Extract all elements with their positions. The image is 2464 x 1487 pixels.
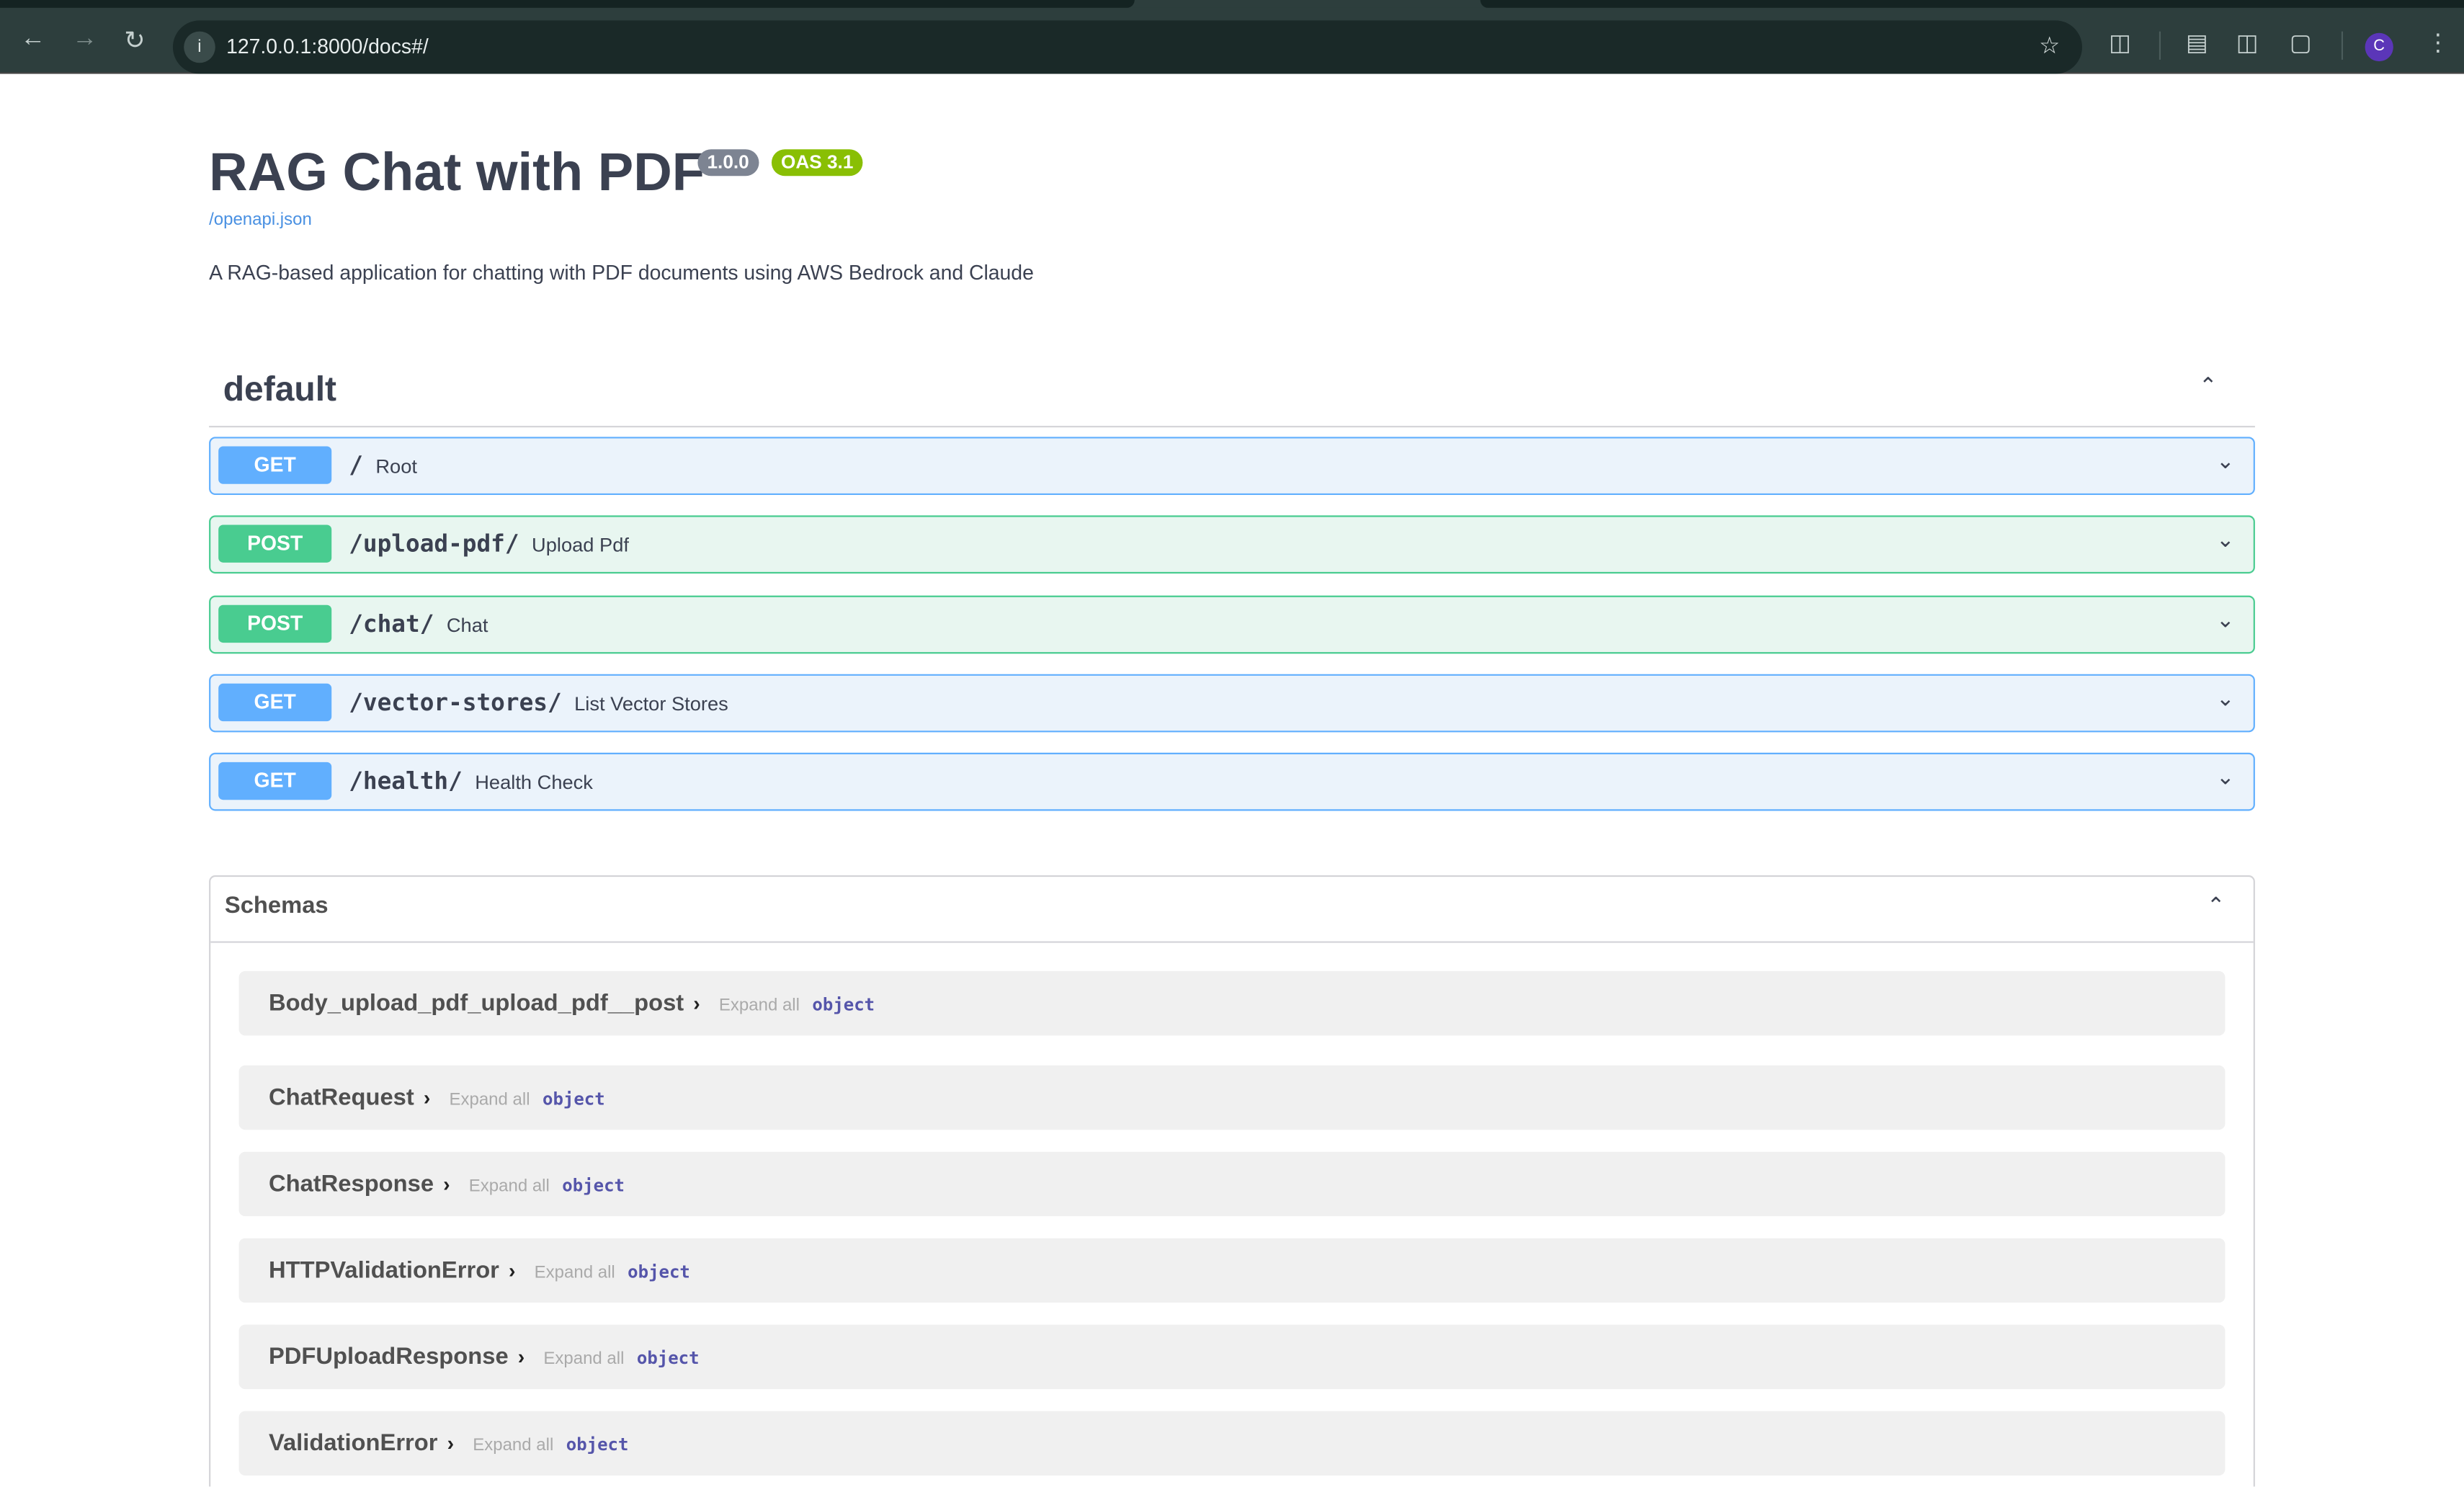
schema-type: object [542, 1089, 605, 1109]
operation-path: / Root [349, 451, 417, 479]
schema-model[interactable]: PDFUploadResponse › Expand all object [238, 1324, 2226, 1390]
schema-name[interactable]: ValidationError › Expand all object [269, 1430, 628, 1457]
schema-name-text: ValidationError [268, 1429, 438, 1457]
schema-model[interactable]: ValidationError › Expand all object [238, 1411, 2226, 1476]
schema-model[interactable]: ChatResponse › Expand all object [238, 1151, 2226, 1217]
schema-model[interactable]: Body_upload_pdf_upload_pdf__post › Expand … [238, 970, 2226, 1036]
operation-post[interactable]: POST /upload-pdf/Upload Pdf ⌄ [209, 516, 2255, 574]
method-badge: GET [218, 446, 332, 484]
reload-icon[interactable]: ↻ [124, 25, 145, 57]
path-text: /chat/ [349, 609, 434, 638]
schema-name[interactable]: PDFUploadResponse › Expand all object [269, 1344, 700, 1370]
version-badge: 1.0.0 [697, 149, 759, 177]
oas-badge: OAS 3.1 [771, 149, 863, 177]
schemas-section: Schemas ⌃ Body_upload_pdf_upload_pdf__po… [209, 875, 2255, 1487]
operation-summary: Health Check [475, 772, 593, 794]
operation-summary: Root [375, 455, 417, 478]
method-badge: GET [218, 683, 332, 721]
expand-all-button[interactable]: Expand all [543, 1350, 624, 1369]
tag-section-default[interactable]: default ⌃ [209, 350, 2255, 428]
operation-summary: List Vector Stores [574, 692, 728, 715]
schema-name-text: HTTPValidationError [268, 1256, 499, 1284]
operation-summary: Chat [446, 613, 488, 636]
method-badge: GET [218, 762, 332, 800]
schema-model[interactable]: HTTPValidationError › Expand all object [238, 1238, 2226, 1303]
extensions-icon[interactable]: ◫ [2109, 28, 2131, 56]
schema-name[interactable]: ChatRequest › Expand all object [269, 1084, 605, 1111]
chevron-up-icon[interactable]: ⌃ [2199, 372, 2218, 399]
operation-path: /vector-stores/List Vector Stores [349, 688, 728, 716]
path-text: /health/ [349, 767, 463, 796]
operation-get[interactable]: GET /vector-stores/List Vector Stores ⌄ [209, 674, 2255, 733]
profile-avatar[interactable]: C [2365, 32, 2393, 62]
tab[interactable] [0, 0, 1135, 8]
schemas-header[interactable]: Schemas ⌃ [210, 877, 2254, 943]
schema-type: object [812, 994, 875, 1016]
schema-name-text: PDFUploadResponse [268, 1343, 509, 1370]
schema-type: object [566, 1434, 629, 1455]
schema-name[interactable]: Body_upload_pdf_upload_pdf__post › Expand … [269, 990, 875, 1017]
schema-type: object [628, 1262, 690, 1282]
chevron-right-icon[interactable]: › [509, 1259, 515, 1282]
chevron-right-icon[interactable]: › [693, 991, 700, 1015]
address-bar[interactable]: i 127.0.0.1:8000/docs#/ ☆ [172, 20, 2082, 74]
schema-name-text: Body_upload_pdf_upload_pdf__post [268, 990, 684, 1017]
schema-type: object [636, 1348, 700, 1369]
chevron-down-icon[interactable]: ⌄ [2216, 764, 2235, 790]
browser-toolbar: ← → ↻ i 127.0.0.1:8000/docs#/ ☆ ◫ ▤ ◫ ▢ … [0, 7, 2464, 74]
operation-path: /health/Health Check [349, 767, 593, 795]
tag-title: default [223, 369, 337, 409]
method-badge: POST [218, 525, 332, 563]
path-text: /vector-stores/ [349, 688, 562, 717]
chevron-right-icon[interactable]: › [424, 1086, 430, 1109]
operation-post[interactable]: POST /chat/Chat ⌄ [209, 594, 2255, 653]
expand-all-button[interactable]: Expand all [469, 1177, 550, 1196]
url-text[interactable]: 127.0.0.1:8000/docs#/ [226, 35, 429, 58]
reader-mode-icon[interactable]: ◫ [2236, 28, 2259, 56]
swagger-ui: RAG Chat with PDF 1.0.0 OAS 3.1 /openapi… [0, 74, 2464, 1487]
expand-all-button[interactable]: Expand all [719, 996, 800, 1015]
forward-icon[interactable]: → [72, 25, 97, 53]
schema-name[interactable]: ChatResponse › Expand all object [269, 1171, 625, 1197]
chevron-right-icon[interactable]: › [518, 1345, 525, 1369]
divider [2341, 31, 2344, 60]
schema-name-text: ChatRequest [268, 1084, 414, 1112]
chevron-down-icon[interactable]: ⌄ [2216, 527, 2235, 553]
openapi-json-link[interactable]: /openapi.json [209, 210, 312, 229]
operation-path: /chat/Chat [349, 609, 488, 637]
schemas-title: Schemas [224, 892, 329, 919]
chevron-right-icon[interactable]: › [447, 1432, 454, 1455]
method-badge: POST [218, 604, 332, 643]
schema-name-text: ChatResponse [268, 1170, 434, 1198]
reading-list-icon[interactable]: ▤ [2186, 28, 2208, 56]
operation-summary: Upload Pdf [532, 535, 629, 557]
divider [2159, 31, 2161, 60]
api-description: A RAG-based application for chatting wit… [209, 261, 1034, 285]
operation-path: /upload-pdf/Upload Pdf [349, 530, 629, 558]
schema-name[interactable]: HTTPValidationError › Expand all object [269, 1257, 690, 1284]
chevron-up-icon[interactable]: ⌃ [2207, 893, 2226, 919]
operation-get[interactable]: GET /health/Health Check ⌄ [209, 753, 2255, 811]
chevron-right-icon[interactable]: › [443, 1172, 450, 1196]
chevron-down-icon[interactable]: ⌄ [2216, 448, 2235, 475]
bookmark-star-icon[interactable]: ☆ [2039, 32, 2060, 60]
site-info-icon[interactable]: i [184, 31, 215, 63]
path-text: / [349, 450, 363, 480]
operation-get[interactable]: GET / Root ⌄ [209, 437, 2255, 496]
path-text: /upload-pdf/ [349, 530, 519, 558]
expand-all-button[interactable]: Expand all [473, 1437, 553, 1455]
schema-type: object [562, 1175, 625, 1196]
menu-kebab-icon[interactable]: ⋮ [2427, 28, 2450, 56]
tab-search-icon[interactable]: ▢ [2290, 28, 2312, 56]
back-icon[interactable]: ← [20, 25, 45, 53]
chevron-down-icon[interactable]: ⌄ [2216, 606, 2235, 633]
page-title: RAG Chat with PDF [209, 143, 705, 203]
schema-model[interactable]: ChatRequest › Expand all object [238, 1065, 2226, 1130]
expand-all-button[interactable]: Expand all [449, 1091, 530, 1109]
tab[interactable] [1480, 0, 2464, 8]
chevron-down-icon[interactable]: ⌄ [2216, 685, 2235, 712]
expand-all-button[interactable]: Expand all [535, 1264, 615, 1282]
